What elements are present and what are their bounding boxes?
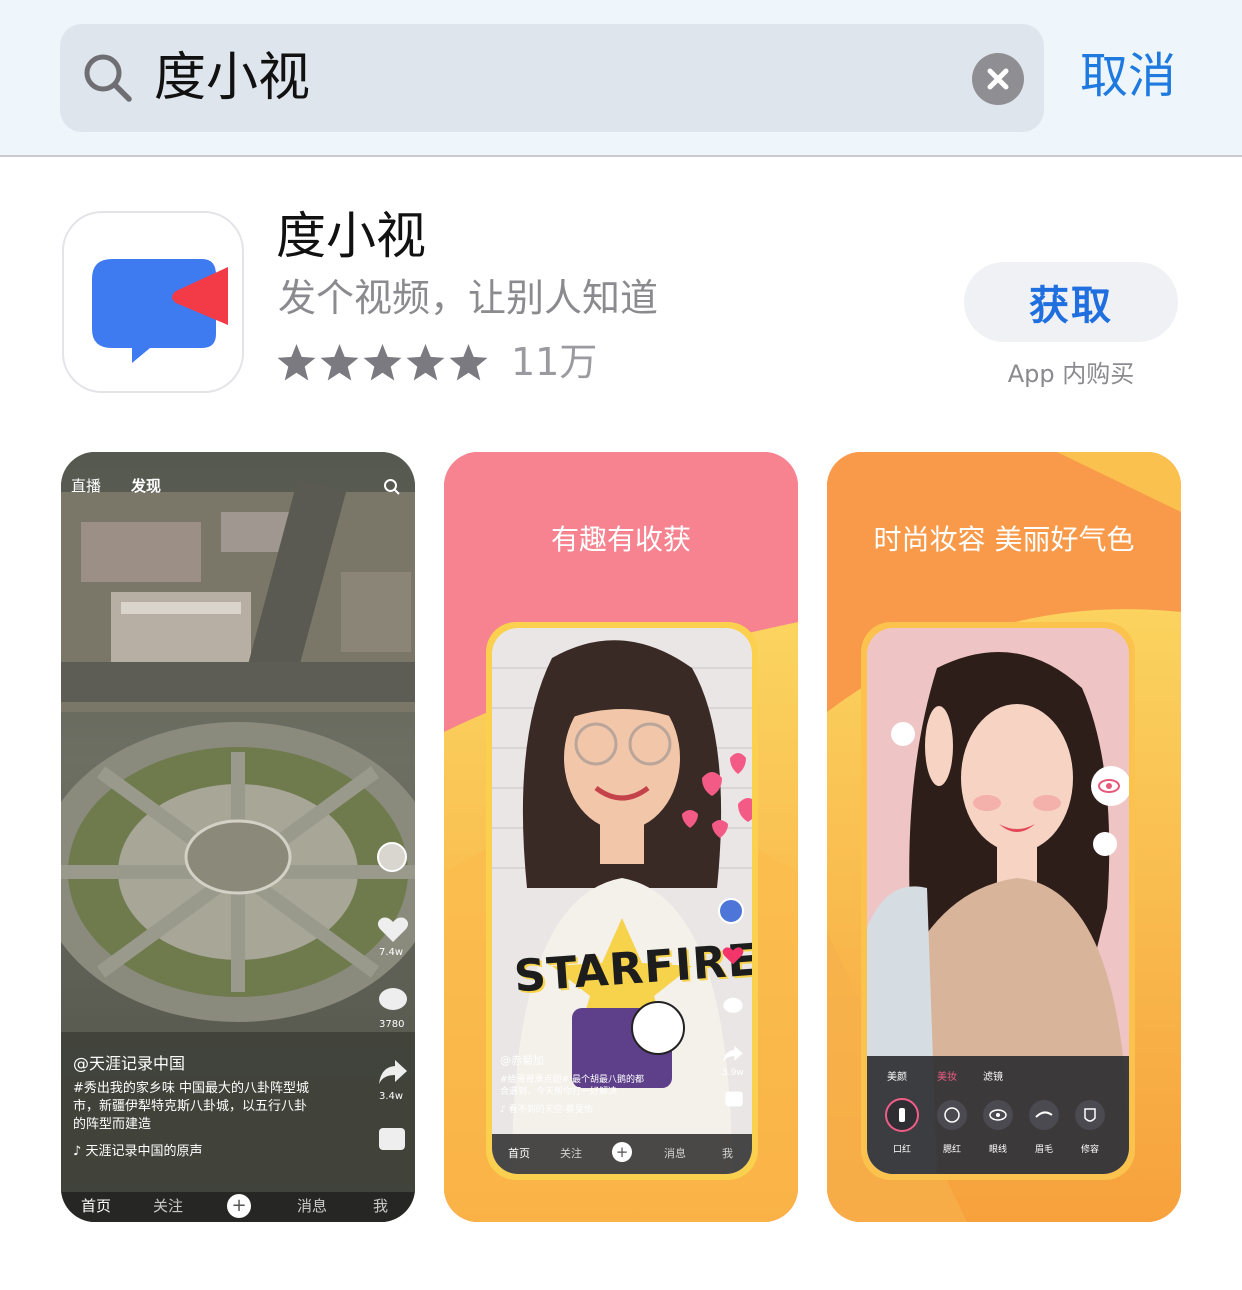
comment-icon <box>723 997 743 1013</box>
contour-tool <box>1075 1100 1105 1130</box>
search-field[interactable]: 度小视 <box>60 24 1044 132</box>
search-icon <box>384 479 400 495</box>
avatar <box>377 842 407 872</box>
close-icon <box>987 68 1009 90</box>
eyebrow-icon <box>1035 1111 1053 1118</box>
nav-messages: 消息 <box>664 1147 686 1160</box>
music-label: ♪ 天涯记录中国的原声 <box>73 1142 202 1162</box>
author-name: @天涯记录中国 <box>73 1054 186 1073</box>
phone-screen: STARFIRE 3.9w @赤菊加 #给哥哥承点题# 最个胡最八鹅的都 合遇到… <box>492 628 752 1174</box>
music-label: ♪ 看不到的天空-蔡旻佑 <box>500 1104 593 1116</box>
cancel-button[interactable]: 取消 <box>1080 46 1176 106</box>
nav-me: 我 <box>373 1197 389 1215</box>
rating-stars <box>276 342 489 383</box>
description-line-1: #给哥哥承点题# 最个胡最八鹅的都 <box>500 1075 644 1085</box>
add-video-button: + <box>612 1142 632 1162</box>
eyebrow-tool <box>1029 1100 1059 1130</box>
star-icon <box>449 343 488 380</box>
music-title: 看不到的天空-蔡旻佑 <box>508 1105 593 1115</box>
eye-icon <box>1098 779 1120 793</box>
comment-icon <box>379 988 407 1010</box>
music-title: 天涯记录中国的原声 <box>85 1144 203 1159</box>
star-icon <box>277 343 316 380</box>
eye-icon <box>989 1109 1007 1121</box>
get-button[interactable]: 获取 <box>964 262 1178 342</box>
nav-follow: 关注 <box>153 1197 184 1215</box>
music-note-icon: ♪ <box>73 1144 86 1159</box>
nav-me: 我 <box>722 1147 733 1160</box>
app-name[interactable]: 度小视 <box>276 206 426 266</box>
description-line-3: 的阵型而建造 <box>73 1117 152 1132</box>
share-count: 3.9w <box>722 1068 744 1078</box>
app-icon[interactable] <box>62 211 244 393</box>
description-line-2: 市，新疆伊犁特克斯八卦城，以五行八卦 <box>73 1099 308 1114</box>
dislike-icon <box>379 1128 405 1150</box>
like-count: 7.4w <box>379 947 404 958</box>
app-subtitle: 发个视频，让别人知道 <box>278 276 659 320</box>
avatar <box>718 898 744 924</box>
lipstick-tool <box>885 1098 919 1132</box>
screenshot-1[interactable]: 直播 发现 7.4w 3780 3.4w @天涯记录中国 #秀出我的家乡味 中国… <box>61 452 415 1222</box>
description-line-2: 合遇到，今天帮你打一好解决 <box>500 1087 618 1097</box>
face-icon <box>944 1107 960 1123</box>
tab-beauty: 美颜 <box>887 1072 907 1083</box>
screenshot-3[interactable]: 时尚妆容 美丽好气色 美颜 美妆 滤镜 口红 腮红 眼线 眉毛 修容 <box>827 452 1181 1222</box>
nav-home: 首页 <box>508 1147 530 1160</box>
screenshot-caption: 有趣有收获 <box>550 523 691 556</box>
star-icon <box>363 343 402 380</box>
share-count: 3.4w <box>379 1091 404 1102</box>
tool-label-contour: 修容 <box>1081 1145 1100 1155</box>
dislike-icon <box>725 1091 743 1107</box>
search-icon <box>84 54 132 102</box>
author-name: @赤菊加 <box>500 1054 544 1067</box>
tab-live: 直播 <box>71 477 102 495</box>
screenshot-caption: 时尚妆容 美丽好气色 <box>873 523 1135 556</box>
search-input[interactable]: 度小视 <box>154 46 310 110</box>
tab-makeup: 美妆 <box>937 1072 957 1083</box>
tab-filter: 滤镜 <box>983 1072 1003 1083</box>
tool-label-lipstick: 口红 <box>893 1145 912 1155</box>
nav-follow: 关注 <box>560 1147 582 1160</box>
heart-icon <box>722 947 744 965</box>
star-icon <box>320 343 359 380</box>
search-header: 度小视 取消 <box>0 0 1242 157</box>
screenshot-2[interactable]: 有趣有收获 STARFIRE 3.9w @赤菊加 #给哥哥承点题# 最个胡最八鹅… <box>444 452 798 1222</box>
makeup-selfie-photo <box>867 652 1129 1174</box>
star-icon <box>406 343 445 380</box>
phone-screen: 美颜 美妆 滤镜 口红 腮红 眼线 眉毛 修容 <box>867 628 1129 1174</box>
nav-messages: 消息 <box>297 1197 328 1215</box>
clear-search-button[interactable] <box>972 53 1024 105</box>
phone-frame: 美颜 美妆 滤镜 口红 腮红 眼线 眉毛 修容 <box>861 622 1135 1180</box>
tool-label-blush: 腮红 <box>943 1145 962 1155</box>
blush-tool <box>937 1100 967 1130</box>
description-line-1: #秀出我的家乡味 中国最大的八卦阵型城 <box>73 1081 310 1096</box>
eyeliner-tool <box>983 1100 1013 1130</box>
share-icon <box>379 1060 407 1084</box>
rating: 11万 <box>276 338 597 386</box>
nav-home: 首页 <box>81 1197 112 1215</box>
add-video-button: + <box>227 1194 251 1218</box>
phone-frame: STARFIRE 3.9w @赤菊加 #给哥哥承点题# 最个胡最八鹅的都 合遇到… <box>486 622 758 1180</box>
heart-icon <box>377 917 409 942</box>
in-app-purchase-note: App 内购买 <box>1007 360 1135 388</box>
tab-discover: 发现 <box>131 477 162 495</box>
lipstick-icon <box>899 1108 905 1122</box>
tool-label-eyebrow: 眉毛 <box>1035 1145 1054 1155</box>
contour-icon <box>1084 1108 1096 1122</box>
app-logo-icon <box>92 259 228 363</box>
music-note-icon: ♪ <box>500 1105 509 1115</box>
share-icon <box>723 1045 743 1063</box>
tool-label-eyeliner: 眼线 <box>989 1145 1008 1155</box>
comment-count: 3780 <box>379 1019 405 1030</box>
rating-count: 11万 <box>511 340 598 384</box>
